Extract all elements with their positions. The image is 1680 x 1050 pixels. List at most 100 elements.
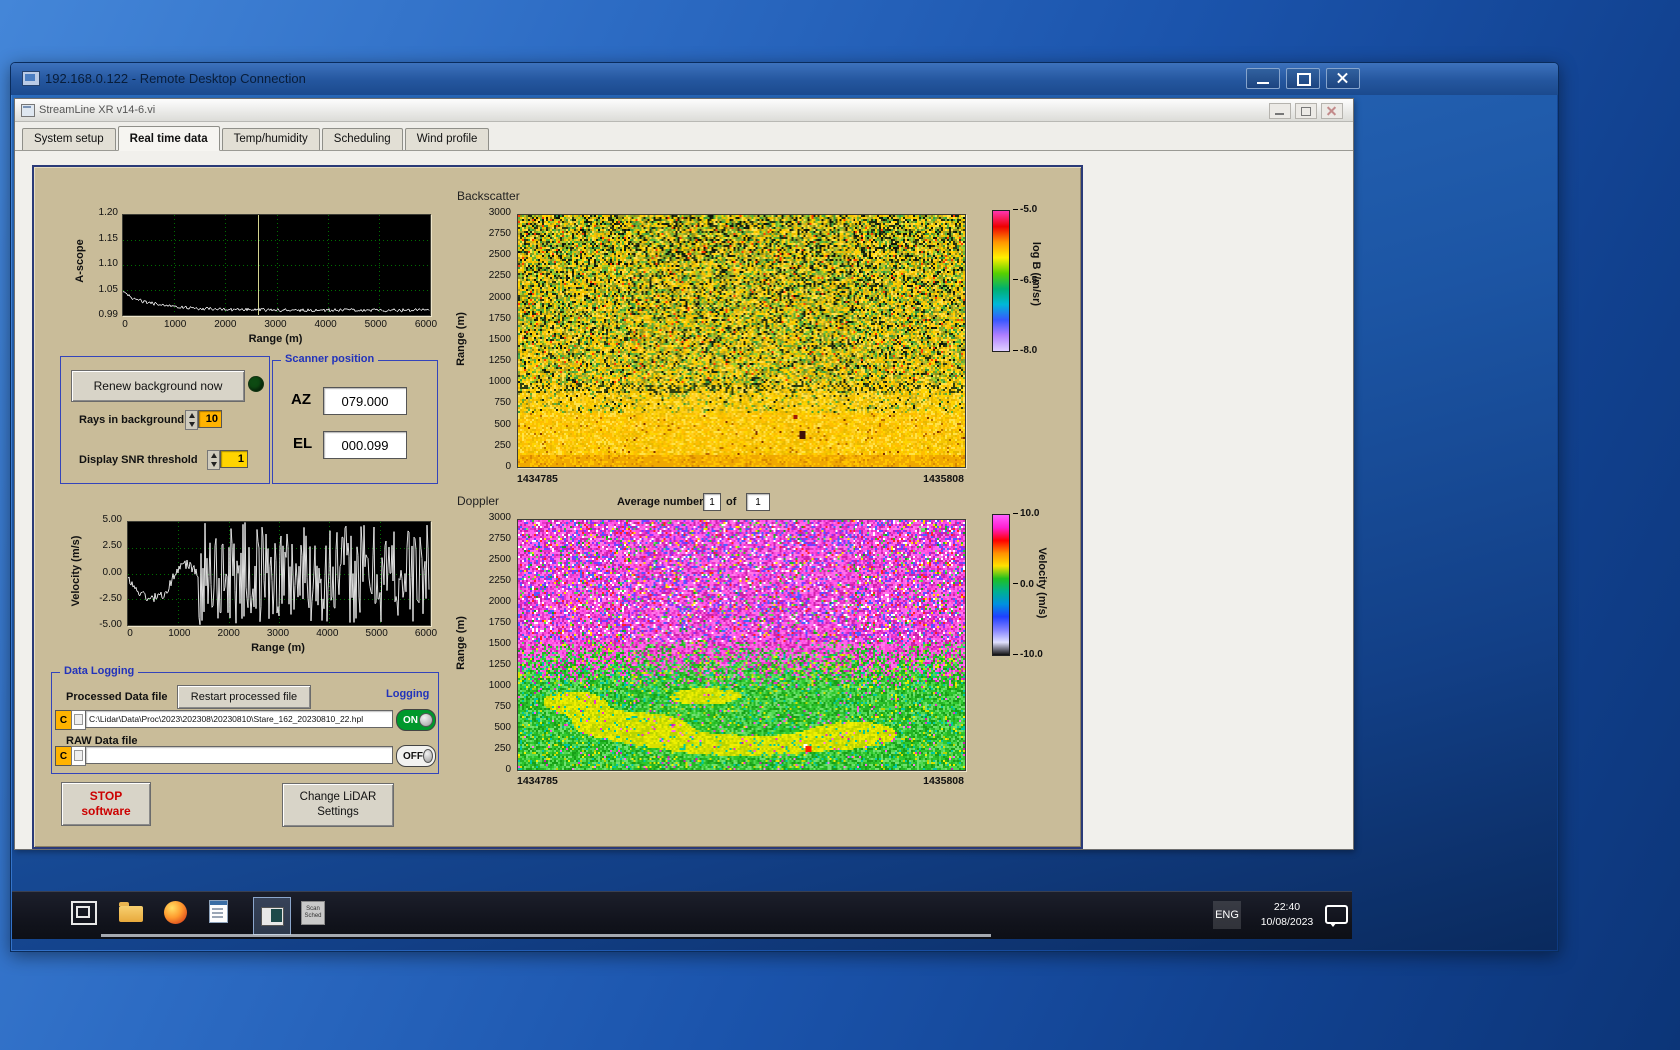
tick-label: 1500: [488, 638, 511, 649]
doppler-colorbar: [992, 514, 1010, 656]
az-value[interactable]: 079.000: [323, 387, 407, 415]
language-indicator[interactable]: ENG: [1213, 901, 1241, 929]
doppler-plot: [517, 519, 966, 771]
tick-label: 2.50: [102, 540, 122, 552]
backscatter-plot-canvas: [518, 215, 965, 467]
tick-label: 0.00: [102, 566, 122, 578]
tick-label: 0: [505, 764, 511, 775]
tick-label: 5.00: [102, 514, 122, 525]
tab-wind-profile[interactable]: Wind profile: [404, 128, 490, 150]
tick-label: 2000: [217, 628, 240, 639]
rdp-maximize-button[interactable]: [1286, 68, 1320, 89]
rays-in-background-value[interactable]: 10: [198, 410, 222, 428]
rays-in-background-stepper[interactable]: [185, 410, 198, 430]
doppler-plot-canvas: [518, 520, 965, 770]
tick-label: 2000: [488, 596, 511, 607]
rdp-titlebar[interactable]: 192.168.0.122 - Remote Desktop Connectio…: [11, 63, 1558, 95]
velocity-y-axis-label: Velocity (m/s): [70, 535, 82, 607]
rdp-window: 192.168.0.122 - Remote Desktop Connectio…: [10, 62, 1559, 952]
streamline-app-taskbar-icon[interactable]: [253, 897, 291, 935]
tick-label: 0: [122, 319, 128, 330]
scan-icon-label-1: Scan: [306, 906, 320, 912]
background-group: Renew background now Rays in background …: [60, 356, 270, 484]
notepad-icon[interactable]: [209, 900, 228, 923]
restart-processed-file-button[interactable]: Restart processed file: [177, 685, 311, 709]
tab-system-setup[interactable]: System setup: [22, 128, 116, 150]
tick-label: 1750: [488, 617, 511, 628]
tick-label: 5000: [364, 319, 387, 330]
average-total-value[interactable]: 1: [746, 493, 770, 511]
tick-label: -5.0: [1013, 204, 1037, 215]
taskbar: Scan Sched ENG 22:40 10/08/2023: [12, 891, 1352, 939]
processed-data-file-label: Processed Data file: [66, 691, 168, 703]
tick-label: -8.0: [1013, 345, 1037, 356]
backscatter-colorbar-label: log B (/m/sr): [1030, 241, 1042, 307]
rays-in-background-label: Rays in background: [79, 414, 185, 426]
tab-scheduling[interactable]: Scheduling: [321, 128, 403, 150]
task-view-icon[interactable]: [71, 901, 97, 925]
tick-label: -2.50: [99, 592, 122, 604]
tick-label: 6000: [414, 628, 438, 639]
processed-data-file-path[interactable]: C:\Lidar\Data\Proc\2023\202308\20230810\…: [85, 710, 393, 728]
velocity-y-ticks: 5.00 2.50 0.00 -2.50 -5.00: [86, 515, 122, 630]
speech-bubble-icon[interactable]: [1325, 905, 1348, 927]
renew-background-led: [248, 376, 264, 392]
tick-label: 1250: [488, 659, 511, 670]
average-number-value[interactable]: 1: [703, 493, 721, 511]
tick-label: 1.15: [98, 232, 118, 244]
backscatter-y-axis-label: Range (m): [455, 312, 467, 366]
processed-browse-icon[interactable]: [71, 710, 86, 730]
velocity-plot-canvas: [128, 522, 430, 625]
rdp-close-button[interactable]: [1326, 68, 1360, 89]
app-close-button[interactable]: [1321, 103, 1343, 119]
clock[interactable]: 22:40 10/08/2023: [1249, 900, 1325, 930]
raw-drive-box[interactable]: C: [55, 746, 72, 766]
taskbar-strip: [101, 934, 991, 937]
tick-label: 1.20: [98, 207, 118, 218]
doppler-title: Doppler: [457, 494, 500, 508]
el-value[interactable]: 000.099: [323, 431, 407, 459]
tick-label: 1.05: [98, 283, 118, 295]
average-of-label: of: [726, 496, 737, 508]
raw-logging-toggle[interactable]: OFF: [396, 745, 436, 767]
tab-temp-humidity[interactable]: Temp/humidity: [221, 128, 320, 150]
tick-label: 1435808: [923, 775, 964, 787]
tick-label: 0: [127, 628, 133, 639]
file-explorer-icon[interactable]: [119, 901, 143, 922]
tick-label: 1500: [488, 333, 511, 345]
display-snr-threshold-value[interactable]: 1: [220, 450, 248, 468]
processed-logging-toggle[interactable]: ON: [396, 709, 436, 731]
change-lidar-settings-button[interactable]: Change LiDAR Settings: [282, 783, 394, 827]
display-snr-threshold-stepper[interactable]: [207, 450, 220, 470]
stop-software-button[interactable]: STOP software: [61, 782, 151, 826]
raw-browse-icon[interactable]: [71, 746, 86, 766]
raw-data-file-path[interactable]: [85, 746, 393, 764]
tick-label: 250: [494, 743, 511, 754]
scan-scheduler-icon[interactable]: Scan Sched: [301, 901, 325, 925]
app-titlebar[interactable]: StreamLine XR v14-6.vi: [15, 99, 1353, 122]
tick-label: 3000: [488, 207, 511, 218]
tick-label: 2250: [488, 575, 511, 586]
tab-bar: System setup Real time data Temp/humidit…: [15, 122, 1353, 151]
firefox-icon[interactable]: [164, 901, 187, 924]
tab-real-time-data[interactable]: Real time data: [117, 126, 220, 151]
display-snr-threshold-label: Display SNR threshold: [79, 454, 198, 466]
tick-label: 1250: [488, 355, 511, 367]
tick-label: 3000: [488, 512, 511, 523]
tick-label: 1750: [488, 312, 511, 324]
rdp-minimize-button[interactable]: [1246, 68, 1280, 89]
tick-label: 2750: [488, 533, 511, 544]
renew-background-button[interactable]: Renew background now: [71, 370, 245, 402]
app-maximize-button[interactable]: [1295, 103, 1317, 119]
tick-label: 3000: [266, 628, 290, 639]
backscatter-y-ticks: 3000 2750 2500 2250 2000 1750 1500 1250 1000 750 5…: [471, 208, 511, 472]
el-label: EL: [293, 435, 313, 452]
backscatter-title: Backscatter: [457, 189, 520, 203]
tick-label: 4000: [314, 319, 337, 330]
backscatter-colorbar: [992, 210, 1010, 352]
labview-vi-icon: [21, 104, 35, 117]
rdp-window-title: 192.168.0.122 - Remote Desktop Connectio…: [45, 71, 306, 86]
app-minimize-button[interactable]: [1269, 103, 1291, 119]
processed-drive-box[interactable]: C: [55, 710, 72, 730]
az-label: AZ: [291, 391, 311, 408]
